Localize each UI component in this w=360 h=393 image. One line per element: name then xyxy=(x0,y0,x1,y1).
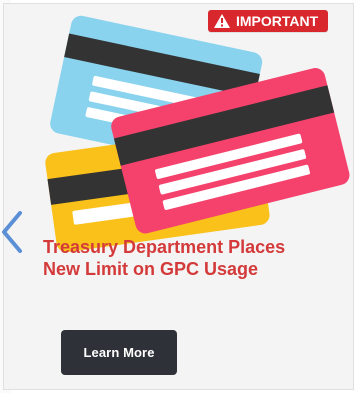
headline-line-2: New Limit on GPC Usage xyxy=(43,259,259,279)
headline[interactable]: Treasury Department Places New Limit on … xyxy=(43,236,343,280)
headline-line-1: Treasury Department Places xyxy=(43,237,286,257)
learn-more-button[interactable]: Learn More xyxy=(61,330,177,375)
important-badge: IMPORTANT xyxy=(208,10,329,32)
badge-label: IMPORTANT xyxy=(236,13,319,29)
credit-cards-icon xyxy=(45,15,350,253)
chevron-left-icon[interactable] xyxy=(0,209,26,255)
warning-triangle-icon xyxy=(214,14,230,28)
